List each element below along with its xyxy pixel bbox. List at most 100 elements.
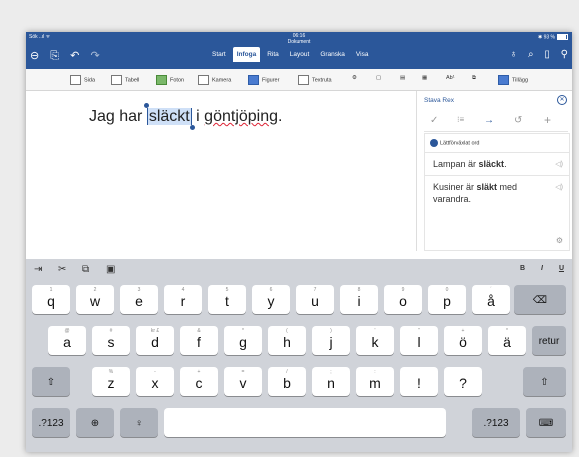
key-b[interactable]: / b [268, 367, 306, 396]
link-icon[interactable]: ⚙ [352, 75, 357, 81]
insert-textbox-button[interactable]: Textruta [298, 75, 332, 85]
microphone-icon[interactable]: ♀ [120, 408, 158, 437]
key-n[interactable]: ; n [312, 367, 350, 396]
gear-icon[interactable]: ⚙ [556, 236, 563, 245]
table-icon [111, 75, 122, 85]
tab-granska[interactable]: Granska [316, 47, 349, 62]
key-y[interactable]: 6y [252, 285, 290, 314]
tab-layout[interactable]: Layout [286, 47, 314, 62]
key-r[interactable]: 4r [164, 285, 202, 314]
key-q[interactable]: 1q [32, 285, 70, 314]
key-m[interactable]: :m [356, 367, 394, 396]
back-icon[interactable]: ⊖ [30, 49, 39, 62]
keyboard-dismiss-icon[interactable]: ⌨ [526, 408, 566, 437]
photo-icon [156, 75, 167, 85]
space-bar[interactable] [164, 408, 446, 437]
insert-shapes-button[interactable]: Figurer [248, 75, 279, 85]
key-f[interactable]: & f [180, 326, 218, 355]
insert-table-button[interactable]: Tabell [111, 75, 139, 85]
speaker-icon[interactable]: ◁) [555, 160, 563, 168]
key-ö[interactable]: + ö [444, 326, 482, 355]
category-dot-icon [430, 139, 438, 147]
tab-start[interactable]: Start [208, 47, 230, 62]
key-l[interactable]: " l [400, 326, 438, 355]
key-u[interactable]: 7u [296, 285, 334, 314]
key-a[interactable]: @ a [48, 326, 86, 355]
key-o[interactable]: 9o [384, 285, 422, 314]
comment-icon[interactable]: ▢ [376, 75, 381, 81]
word-toolbar: Sök ..ıl ᯤ 06:16 Dokument ✱ 93 % ⊖ ⎘ ↶ ↷… [26, 32, 572, 69]
page-number-icon[interactable]: ▦ [422, 75, 427, 81]
check-icon[interactable]: ✓ [430, 115, 438, 126]
key-g[interactable]: * g [224, 326, 262, 355]
misspelled-word[interactable]: göntjöping [204, 108, 278, 125]
document-text[interactable]: Jag har släckt i göntjöping. [89, 108, 282, 126]
shift-key-left[interactable]: ⇧ [32, 367, 70, 396]
key-p[interactable]: 0p [428, 285, 466, 314]
shift-key-right[interactable]: ⇧ [523, 367, 566, 396]
key-question[interactable]: ? [444, 367, 482, 396]
tab-key-icon[interactable]: ⇥ [34, 264, 42, 275]
key-v[interactable]: = v [224, 367, 262, 396]
underline-button[interactable]: U [559, 265, 564, 272]
suggestion-item[interactable]: Lampan är släckt. ◁) [425, 152, 569, 176]
numbers-key-right[interactable]: .?123 [472, 408, 520, 437]
header-icon[interactable]: ▤ [400, 75, 405, 81]
document-canvas[interactable]: Jag har släckt i göntjöping. [26, 91, 414, 259]
page-icon [70, 75, 81, 85]
key-k[interactable]: ' k [356, 326, 394, 355]
suggestion-item[interactable]: Kusiner är släkt med varandra. ◁) [425, 175, 569, 216]
battery: ✱ 93 % [538, 34, 568, 40]
cut-icon[interactable]: ✂ [58, 264, 66, 275]
footnote-icon[interactable]: Ab¹ [446, 75, 455, 81]
document-title: Dokument [287, 39, 311, 45]
paste-icon[interactable]: ▣ [106, 264, 115, 275]
key-exclamation[interactable]: ! [400, 367, 438, 396]
key-e[interactable]: 3e [120, 285, 158, 314]
undo-arrow-icon[interactable]: ↺ [514, 115, 522, 126]
search-icon[interactable]: ⌕ [528, 49, 534, 60]
key-h[interactable]: (h [268, 326, 306, 355]
addins-icon [498, 75, 509, 85]
key-ä[interactable]: * ä [488, 326, 526, 355]
key-c[interactable]: + c [180, 367, 218, 396]
key-s[interactable]: # s [92, 326, 130, 355]
globe-icon[interactable]: ⊕ [76, 408, 114, 437]
key-w[interactable]: 2w [76, 285, 114, 314]
mobile-view-icon[interactable]: ▯ [544, 49, 550, 60]
key-å[interactable]: ´ å [472, 285, 510, 314]
bold-button[interactable]: B [520, 265, 525, 272]
tab-infoga[interactable]: Infoga [232, 47, 261, 62]
keyboard: ⇥ ✂ ⧉ ▣ B I U 1 q 2 w 3 e 4 r 5 t 6 y 7 u 8 i 9 o 0 p ´ å ⌫ @ a #… [26, 259, 572, 452]
tab-rita[interactable]: Rita [263, 47, 283, 62]
insert-page-button[interactable]: Sida [70, 75, 95, 85]
equation-icon[interactable]: ⧉ [472, 75, 476, 82]
close-icon[interactable]: ✕ [557, 95, 567, 105]
tab-visa[interactable]: Visa [352, 47, 373, 62]
key-z[interactable]: % z [92, 367, 130, 396]
next-arrow-icon[interactable]: → [484, 115, 494, 126]
insert-ribbon: Sida Tabell Foton Kamera Figurer Textrut… [26, 69, 572, 91]
file-icon[interactable]: ⎘ [50, 50, 59, 63]
insert-camera-button[interactable]: Kamera [198, 75, 231, 85]
selected-word[interactable]: släckt [146, 108, 192, 125]
speaker-icon[interactable]: ◁) [555, 183, 563, 191]
add-icon[interactable]: + [544, 113, 551, 127]
share-icon[interactable]: ⚲ [561, 49, 568, 60]
lightbulb-icon[interactable]: ♁ [510, 49, 518, 60]
key-d[interactable]: kr £ d [136, 326, 174, 355]
redo-icon[interactable]: ↷ [90, 49, 99, 62]
return-key[interactable]: retur [532, 326, 566, 355]
italic-button[interactable]: I [541, 265, 543, 272]
key-i[interactable]: 8i [340, 285, 378, 314]
copy-icon[interactable]: ⧉ [82, 264, 89, 275]
key-j[interactable]: ) j [312, 326, 350, 355]
insert-photos-button[interactable]: Foton [156, 75, 184, 85]
insert-addins-button[interactable]: Tillägg [498, 75, 528, 85]
rules-icon[interactable]: ⁝≡ [457, 115, 464, 124]
undo-icon[interactable]: ↶ [70, 49, 79, 62]
key-x[interactable]: -x [136, 367, 174, 396]
numbers-key-left[interactable]: .?123 [32, 408, 70, 437]
backspace-key[interactable]: ⌫ [514, 285, 566, 314]
key-t[interactable]: 5t [208, 285, 246, 314]
